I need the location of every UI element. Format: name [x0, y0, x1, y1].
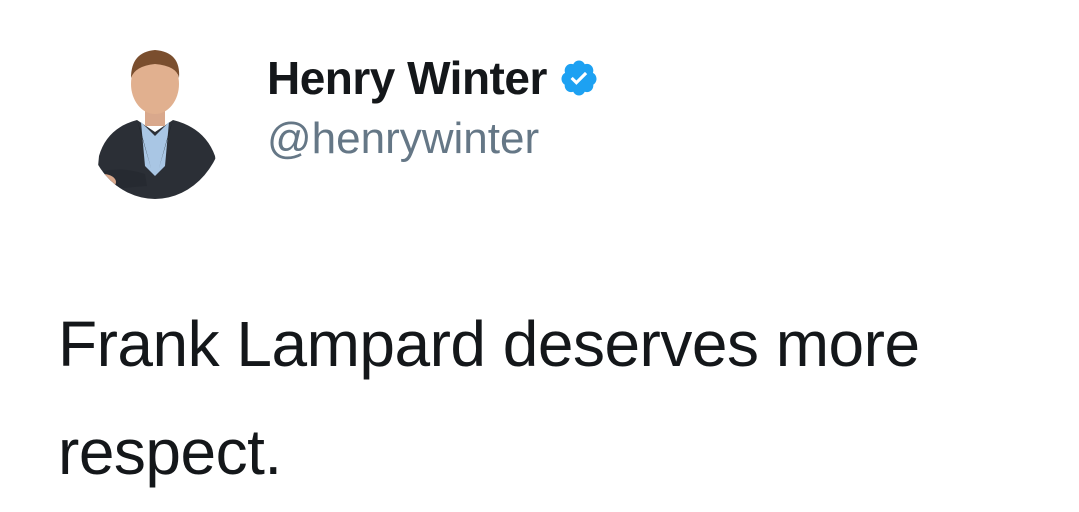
verified-badge-icon: [559, 58, 599, 98]
tweet-text: Frank Lampard deserves more respect.: [58, 308, 920, 488]
avatar-photo: [85, 36, 225, 199]
author-display-name[interactable]: Henry Winter: [267, 51, 547, 105]
author-avatar[interactable]: [85, 36, 225, 199]
author-handle[interactable]: @henrywinter: [267, 114, 539, 164]
author-name-row: Henry Winter: [267, 50, 599, 106]
tweet-card: Henry Winter @henrywinter Frank Lampard …: [0, 0, 1079, 512]
